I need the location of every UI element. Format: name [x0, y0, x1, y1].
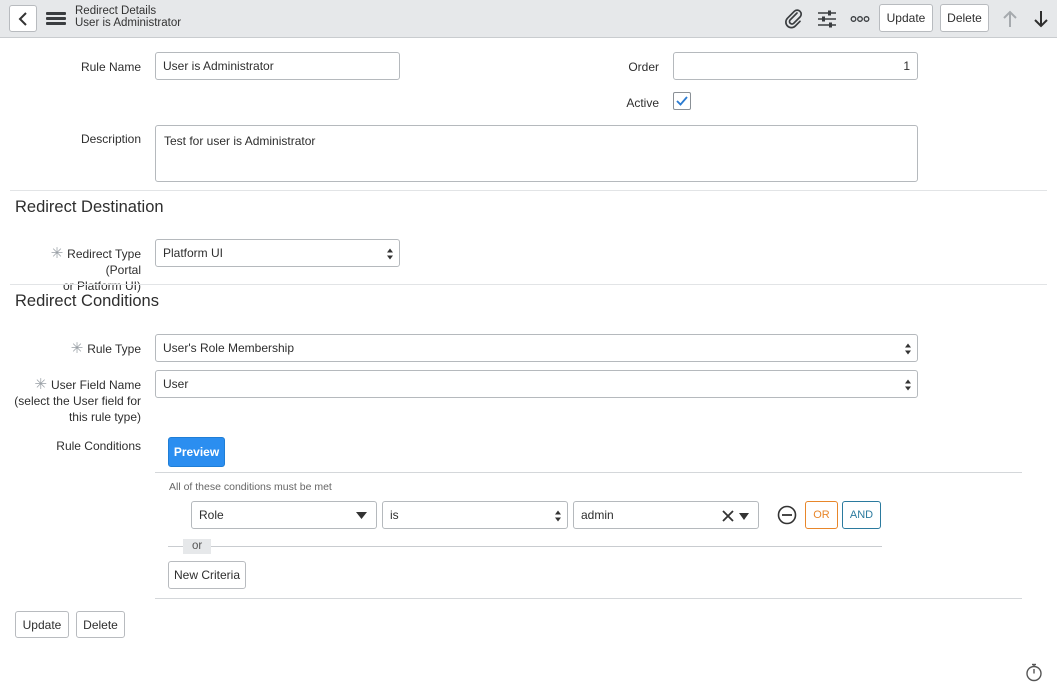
redirect-type-value: Platform UI [163, 246, 224, 260]
user-field-name-label: ✳ User Field Name (select the User field … [12, 377, 141, 425]
active-checkbox[interactable] [673, 92, 691, 110]
divider [10, 190, 1047, 191]
description-textarea[interactable]: Test for user is Administrator [155, 125, 918, 182]
condition-operator-select[interactable]: is [382, 501, 568, 529]
select-arrows-icon [387, 248, 393, 260]
form-header: Redirect Details User is Administrator U… [0, 0, 1057, 38]
select-arrows-icon [905, 343, 911, 355]
condition-field-select[interactable]: Role [191, 501, 377, 529]
redirect-conditions-title: Redirect Conditions [15, 292, 159, 310]
remove-condition-icon[interactable] [777, 505, 797, 525]
clear-icon[interactable] [722, 510, 734, 522]
redirect-destination-title: Redirect Destination [15, 198, 164, 216]
condition-field-value: Role [199, 508, 224, 522]
arrow-up-icon[interactable] [999, 9, 1021, 29]
select-arrows-icon [555, 510, 561, 522]
divider [10, 284, 1047, 285]
required-icon: ✳ [34, 376, 47, 393]
select-arrows-icon [905, 379, 911, 391]
condition-value-select[interactable]: admin [573, 501, 759, 529]
or-separator: or [183, 539, 212, 554]
divider [155, 472, 1022, 473]
rule-type-value: User's Role Membership [163, 341, 294, 355]
active-label: Active [626, 96, 659, 110]
order-input[interactable]: 1 [673, 52, 918, 80]
rule-type-select[interactable]: User's Role Membership [155, 334, 918, 362]
rule-name-input[interactable]: User is Administrator [155, 52, 400, 80]
rule-conditions-label: Rule Conditions [56, 439, 141, 453]
condition-value-text: admin [581, 508, 614, 522]
more-options-icon[interactable] [849, 9, 871, 29]
user-field-label-line3: this rule type) [68, 410, 141, 424]
stopwatch-icon[interactable] [1024, 662, 1044, 682]
checkmark-icon [676, 96, 688, 106]
user-field-name-select[interactable]: User [155, 370, 918, 398]
rule-type-label: ✳ Rule Type [40, 341, 141, 357]
redirect-type-label-line1: Redirect Type (Portal [67, 247, 141, 277]
header-titles: Redirect Details User is Administrator [75, 5, 181, 29]
menu-icon[interactable] [46, 12, 66, 26]
description-label: Description [80, 132, 141, 146]
redirect-type-select[interactable]: Platform UI [155, 239, 400, 267]
redirect-type-label: ✳ Redirect Type (Portal or Platform UI) [12, 246, 141, 294]
user-field-label-line1: User Field Name [50, 378, 141, 392]
order-label: Order [628, 60, 659, 74]
header-delete-button[interactable]: Delete [940, 4, 989, 32]
rule-name-label: Rule Name [80, 60, 141, 74]
footer-update-button[interactable]: Update [15, 611, 69, 638]
or-condition-button[interactable]: OR [805, 501, 838, 529]
divider [168, 546, 882, 547]
footer-delete-button[interactable]: Delete [76, 611, 125, 638]
arrow-down-icon[interactable] [1030, 9, 1052, 29]
user-field-value: User [163, 377, 189, 391]
settings-sliders-icon[interactable] [816, 9, 838, 29]
rule-type-label-text: Rule Type [87, 342, 141, 356]
and-condition-button[interactable]: AND [842, 501, 881, 529]
user-field-label-line2: (select the User field for [14, 394, 141, 408]
caret-down-icon[interactable] [739, 513, 749, 520]
new-criteria-button[interactable]: New Criteria [168, 561, 246, 589]
divider [155, 598, 1022, 599]
back-button[interactable] [9, 5, 37, 32]
header-subtitle: User is Administrator [75, 17, 182, 29]
required-icon: ✳ [70, 340, 84, 357]
header-update-button[interactable]: Update [879, 4, 933, 32]
header-title: Redirect Details [75, 5, 157, 17]
condition-operator-value: is [390, 508, 399, 522]
conditions-must-be-met-text: All of these conditions must be met [169, 481, 332, 493]
required-icon: ✳ [50, 245, 64, 262]
caret-down-icon [356, 512, 367, 519]
paperclip-icon[interactable] [783, 9, 805, 29]
chevron-left-icon [18, 11, 27, 26]
preview-button[interactable]: Preview [168, 437, 225, 467]
